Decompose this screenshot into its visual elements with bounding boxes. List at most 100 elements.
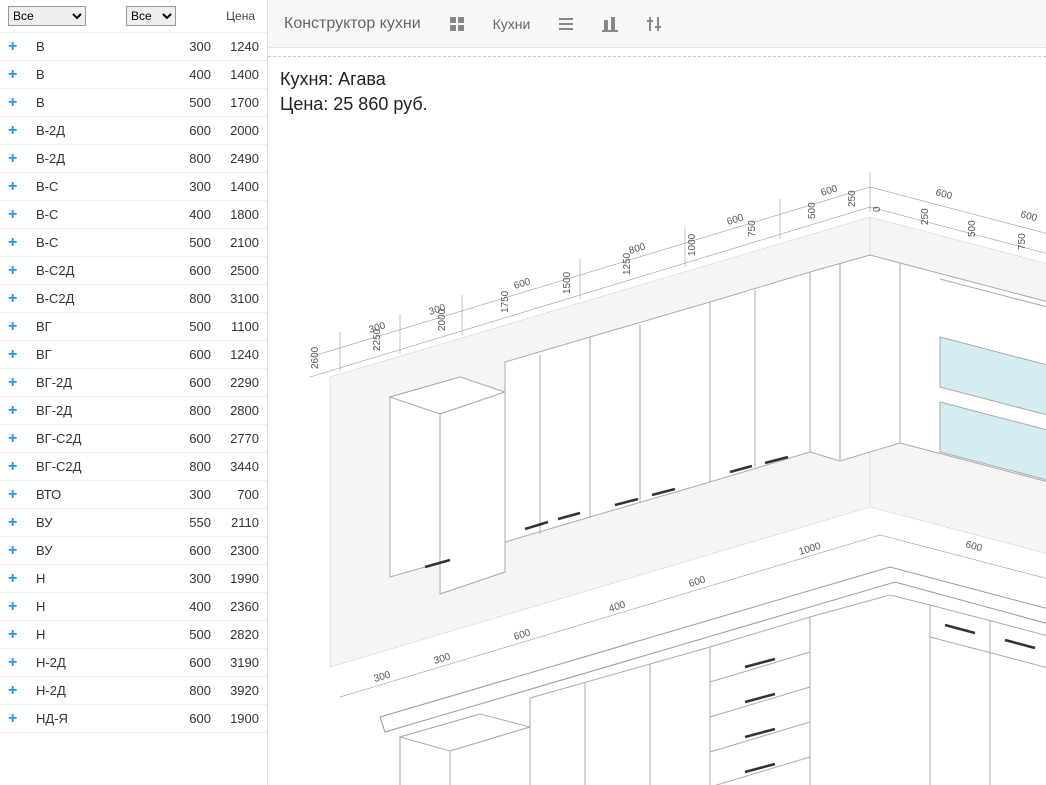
catalog-row[interactable]: +ВГ-С2Д8003440 [0, 453, 267, 481]
item-price: 2800 [211, 403, 259, 418]
lower-corner-cabinet[interactable] [810, 595, 930, 785]
catalog-row[interactable]: +Н3001990 [0, 565, 267, 593]
upper-cabinet[interactable] [390, 377, 505, 594]
catalog-row[interactable]: +В4001400 [0, 61, 267, 89]
item-name: ВУ [28, 515, 171, 530]
add-icon[interactable]: + [8, 570, 28, 588]
add-icon[interactable]: + [8, 178, 28, 196]
add-icon[interactable]: + [8, 374, 28, 392]
catalog-row[interactable]: +В3001240 [0, 33, 267, 61]
lower-drawer-cabinet[interactable] [710, 617, 810, 785]
item-price: 2820 [211, 627, 259, 642]
item-size: 500 [171, 319, 211, 334]
grid-icon[interactable] [449, 16, 465, 32]
item-name: Н-2Д [28, 655, 171, 670]
svg-text:2600: 2600 [310, 346, 321, 369]
upper-cabinet[interactable] [590, 302, 710, 517]
filter-size-select[interactable]: Все [126, 6, 176, 26]
add-icon[interactable]: + [8, 66, 28, 84]
catalog-row[interactable]: +В-2Д6002000 [0, 117, 267, 145]
item-name: В-2Д [28, 123, 171, 138]
add-icon[interactable]: + [8, 402, 28, 420]
add-icon[interactable]: + [8, 150, 28, 168]
item-name: ВГ [28, 319, 171, 334]
kitchens-link[interactable]: Кухни [493, 16, 531, 32]
item-price: 1990 [211, 571, 259, 586]
catalog-row[interactable]: +ВУ5502110 [0, 509, 267, 537]
catalog-row[interactable]: +ВГ-С2Д6002770 [0, 425, 267, 453]
svg-text:2000: 2000 [437, 308, 448, 331]
add-icon[interactable]: + [8, 346, 28, 364]
add-icon[interactable]: + [8, 262, 28, 280]
item-size: 300 [171, 571, 211, 586]
add-icon[interactable]: + [8, 514, 28, 532]
item-size: 800 [171, 151, 211, 166]
upper-corner-cabinet[interactable] [810, 255, 900, 461]
align-bottom-icon[interactable] [602, 16, 618, 32]
add-icon[interactable]: + [8, 38, 28, 56]
catalog-row[interactable]: +Н5002820 [0, 621, 267, 649]
item-price: 2490 [211, 151, 259, 166]
catalog-row[interactable]: +ВГ-2Д8002800 [0, 397, 267, 425]
catalog-row[interactable]: +ВГ-2Д6002290 [0, 369, 267, 397]
item-price: 2000 [211, 123, 259, 138]
svg-text:2250: 2250 [372, 328, 383, 351]
lower-cabinet-right[interactable] [930, 605, 1046, 785]
canvas-area[interactable]: Кухня: Агава Цена: 25 860 руб. [268, 57, 1046, 785]
add-icon[interactable]: + [8, 626, 28, 644]
item-price: 1400 [211, 179, 259, 194]
add-icon[interactable]: + [8, 654, 28, 672]
catalog-list[interactable]: +В3001240+В4001400+В5001700+В-2Д6002000+… [0, 33, 267, 785]
catalog-row[interactable]: +В-С2Д8003100 [0, 285, 267, 313]
add-icon[interactable]: + [8, 710, 28, 728]
filter-type-select[interactable]: Все [8, 6, 86, 26]
catalog-row[interactable]: +В-С3001400 [0, 173, 267, 201]
svg-text:1750: 1750 [500, 290, 511, 313]
item-price: 2300 [211, 543, 259, 558]
add-icon[interactable]: + [8, 458, 28, 476]
item-name: В-С [28, 179, 171, 194]
catalog-row[interactable]: +В-2Д8002490 [0, 145, 267, 173]
catalog-row[interactable]: +ВГ5001100 [0, 313, 267, 341]
add-icon[interactable]: + [8, 290, 28, 308]
catalog-row[interactable]: +В-С5002100 [0, 229, 267, 257]
add-icon[interactable]: + [8, 542, 28, 560]
item-size: 800 [171, 459, 211, 474]
add-icon[interactable]: + [8, 234, 28, 252]
svg-text:0: 0 [872, 206, 883, 212]
add-icon[interactable]: + [8, 486, 28, 504]
item-size: 400 [171, 67, 211, 82]
svg-text:1500: 1500 [562, 271, 573, 294]
list-icon[interactable] [558, 16, 574, 32]
item-price: 700 [211, 487, 259, 502]
catalog-row[interactable]: +ВГ6001240 [0, 341, 267, 369]
add-icon[interactable]: + [8, 94, 28, 112]
catalog-row[interactable]: +ВТО300700 [0, 481, 267, 509]
lower-cabinet[interactable] [650, 647, 710, 785]
item-size: 800 [171, 683, 211, 698]
item-price: 2100 [211, 235, 259, 250]
add-icon[interactable]: + [8, 430, 28, 448]
item-name: Н [28, 571, 171, 586]
catalog-row[interactable]: +Н-2Д8003920 [0, 677, 267, 705]
catalog-row[interactable]: +В5001700 [0, 89, 267, 117]
catalog-row[interactable]: +НД-Я6001900 [0, 705, 267, 733]
catalog-row[interactable]: +Н-2Д6003190 [0, 649, 267, 677]
catalog-row[interactable]: +ВУ6002300 [0, 537, 267, 565]
settings-icon[interactable] [646, 16, 662, 32]
item-name: ВГ-2Д [28, 403, 171, 418]
add-icon[interactable]: + [8, 598, 28, 616]
add-icon[interactable]: + [8, 206, 28, 224]
item-price: 1800 [211, 207, 259, 222]
catalog-row[interactable]: +В-С4001800 [0, 201, 267, 229]
catalog-row[interactable]: +В-С2Д6002500 [0, 257, 267, 285]
kitchen-drawing[interactable]: 300 300 600 800 600 600 600 600 2600 225… [280, 137, 1046, 785]
add-icon[interactable]: + [8, 682, 28, 700]
catalog-row[interactable]: +Н4002360 [0, 593, 267, 621]
add-icon[interactable]: + [8, 122, 28, 140]
upper-cabinet[interactable] [505, 337, 590, 542]
svg-text:250: 250 [920, 208, 931, 225]
item-name: В-С [28, 207, 171, 222]
add-icon[interactable]: + [8, 318, 28, 336]
upper-cabinet[interactable] [710, 272, 810, 482]
